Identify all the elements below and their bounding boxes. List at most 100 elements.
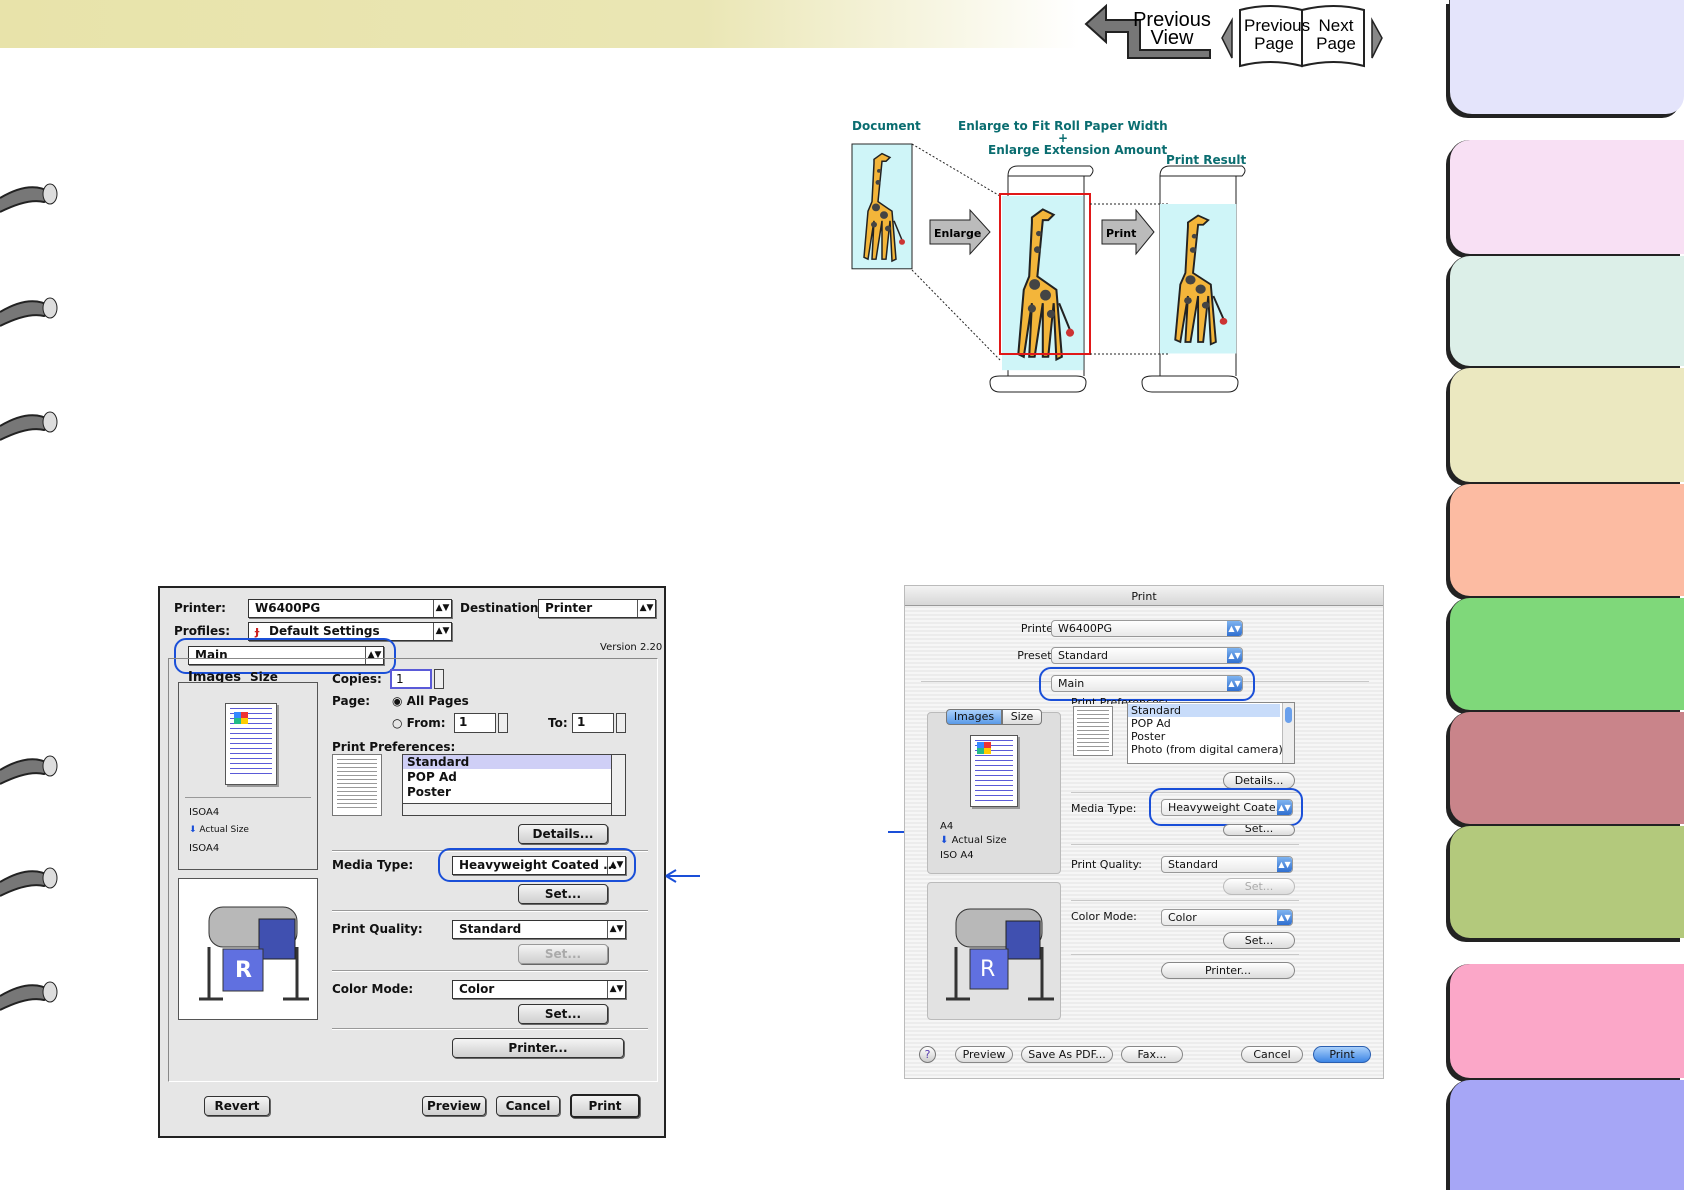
- preview-button[interactable]: Preview: [422, 1096, 486, 1116]
- size-from-text: A4: [940, 821, 954, 832]
- preferences-list[interactable]: Standard POP Ad Poster: [402, 754, 626, 816]
- section-tab-5[interactable]: [1450, 484, 1684, 596]
- details-button[interactable]: Details...: [518, 824, 608, 844]
- all-pages-radio[interactable]: ◉ All Pages: [392, 694, 469, 708]
- print-quality-label: Print Quality:: [1071, 858, 1143, 871]
- from-input[interactable]: 1: [454, 713, 496, 733]
- previous-page-button[interactable]: Previous Page: [1244, 17, 1310, 53]
- section-tab-3[interactable]: [1450, 256, 1684, 366]
- quality-set-button[interactable]: Set...: [1223, 878, 1295, 895]
- radio-selected-icon: ◉: [392, 694, 403, 708]
- down-arrow-icon: ⬇: [940, 835, 949, 846]
- details-button[interactable]: Details...: [1223, 772, 1295, 789]
- print-preferences-label: Print Preferences:: [332, 740, 456, 754]
- print-arrow-label: Print: [1106, 227, 1136, 240]
- section-tab-1[interactable]: [1450, 0, 1684, 114]
- tab-size[interactable]: Size: [1002, 709, 1042, 725]
- media-type-highlight: [1149, 788, 1303, 826]
- preference-item-pop-ad[interactable]: POP Ad: [1131, 717, 1171, 730]
- list-scrollbar[interactable]: [611, 755, 625, 815]
- list-hscrollbar[interactable]: [403, 803, 611, 815]
- binder-ring-icon: [0, 297, 58, 327]
- color-mode-select[interactable]: Color ▲▼: [452, 980, 626, 999]
- print-result-label: Print Result: [1166, 153, 1246, 167]
- previous-view-button[interactable]: Previous View: [1124, 10, 1220, 48]
- print-button[interactable]: Print: [1313, 1046, 1371, 1063]
- color-set-button[interactable]: Set...: [1223, 932, 1295, 949]
- binder-ring-icon: [0, 867, 58, 897]
- to-input[interactable]: 1: [572, 713, 614, 733]
- to-label: To:: [548, 716, 568, 730]
- updown-arrow-icon: ▲▼: [1277, 910, 1292, 925]
- next-page-button[interactable]: Next Page: [1306, 17, 1366, 53]
- section-tab-10[interactable]: [1450, 1080, 1684, 1190]
- printer-button[interactable]: Printer...: [1161, 962, 1295, 979]
- print-quality-select[interactable]: Standard ▲▼: [1161, 856, 1293, 873]
- svg-text:R: R: [235, 958, 252, 983]
- to-stepper[interactable]: [616, 713, 626, 733]
- save-as-pdf-button[interactable]: Save As PDF...: [1021, 1046, 1113, 1063]
- enlarge-diagram: Document Enlarge to Fit Roll Paper Width…: [851, 120, 1246, 393]
- preference-item-poster[interactable]: Poster: [1131, 730, 1165, 743]
- from-stepper[interactable]: [498, 713, 508, 733]
- section-tab-2[interactable]: [1450, 140, 1684, 254]
- document-label: Document: [852, 120, 921, 133]
- printer-image: R: [178, 878, 318, 1020]
- section-tab-7[interactable]: [1450, 712, 1684, 824]
- preferences-list[interactable]: Standard POP Ad Poster Photo (from digit…: [1127, 702, 1295, 764]
- preference-item-pop-ad[interactable]: POP Ad: [407, 770, 457, 784]
- profile-icon: ɟ: [255, 624, 260, 638]
- next-page-arrow-icon: [1371, 17, 1383, 59]
- media-type-label: Media Type:: [332, 858, 414, 872]
- color-mode-select[interactable]: Color ▲▼: [1161, 909, 1293, 926]
- preview-button[interactable]: Preview: [955, 1046, 1013, 1063]
- media-type-highlight: [438, 848, 636, 882]
- quality-set-button[interactable]: Set...: [518, 944, 608, 964]
- fax-button[interactable]: Fax...: [1121, 1046, 1183, 1063]
- tab-images[interactable]: Images: [946, 709, 1002, 725]
- section-tab-8[interactable]: [1450, 826, 1684, 938]
- updown-arrow-icon: ▲▼: [637, 600, 655, 617]
- copies-stepper[interactable]: [434, 669, 444, 689]
- updown-arrow-icon: ▲▼: [607, 921, 625, 938]
- presets-select[interactable]: Standard ▲▼: [1051, 647, 1243, 664]
- media-set-button[interactable]: Set...: [1223, 824, 1295, 836]
- cancel-button[interactable]: Cancel: [496, 1096, 560, 1116]
- media-set-button[interactable]: Set...: [518, 884, 608, 904]
- help-button[interactable]: ?: [919, 1046, 936, 1063]
- radio-empty-icon: ○: [392, 716, 403, 730]
- section-tab-6[interactable]: [1450, 598, 1684, 710]
- cancel-button[interactable]: Cancel: [1241, 1046, 1303, 1063]
- section-tab-4[interactable]: [1450, 368, 1684, 482]
- actual-size-text: ⬇ Actual Size: [940, 835, 1007, 846]
- printer-select[interactable]: W6400PG ▲▼: [1051, 620, 1243, 637]
- size-to-text: ISOA4: [189, 843, 220, 854]
- previous-page-arrow-icon: [1221, 17, 1233, 59]
- preference-item-standard[interactable]: Standard: [403, 755, 611, 769]
- from-radio[interactable]: ○ From:: [392, 716, 446, 730]
- revert-button[interactable]: Revert: [204, 1096, 270, 1116]
- list-scrollbar[interactable]: [1282, 703, 1294, 763]
- dialog-title: Print: [1131, 590, 1157, 603]
- printer-button[interactable]: Printer...: [452, 1038, 624, 1058]
- down-arrow-icon: ⬇: [189, 825, 197, 835]
- profiles-label: Profiles:: [174, 624, 231, 638]
- size-from-text: ISOA4: [189, 807, 220, 818]
- updown-arrow-icon: ▲▼: [433, 600, 451, 617]
- updown-arrow-icon: ▲▼: [1227, 621, 1242, 636]
- enlarge-title-line2: Enlarge Extension Amount: [988, 143, 1167, 157]
- printer-select[interactable]: W6400PG ▲▼: [248, 599, 452, 618]
- print-button[interactable]: Print: [570, 1094, 640, 1118]
- printer-label: Printer:: [174, 601, 226, 615]
- preference-item-photo[interactable]: Photo (from digital camera): [1131, 743, 1283, 756]
- destination-select[interactable]: Printer ▲▼: [538, 599, 656, 618]
- preference-item-poster[interactable]: Poster: [407, 785, 451, 799]
- copies-input[interactable]: 1: [390, 669, 432, 689]
- section-tab-9[interactable]: [1450, 964, 1684, 1078]
- preference-item-standard[interactable]: Standard: [1128, 704, 1280, 717]
- print-quality-select[interactable]: Standard ▲▼: [452, 920, 626, 939]
- color-set-button[interactable]: Set...: [518, 1004, 608, 1024]
- binder-ring-icon: [0, 755, 58, 785]
- actual-size-text: ⬇ Actual Size: [189, 825, 249, 835]
- pointer-arrow-icon: [665, 869, 700, 883]
